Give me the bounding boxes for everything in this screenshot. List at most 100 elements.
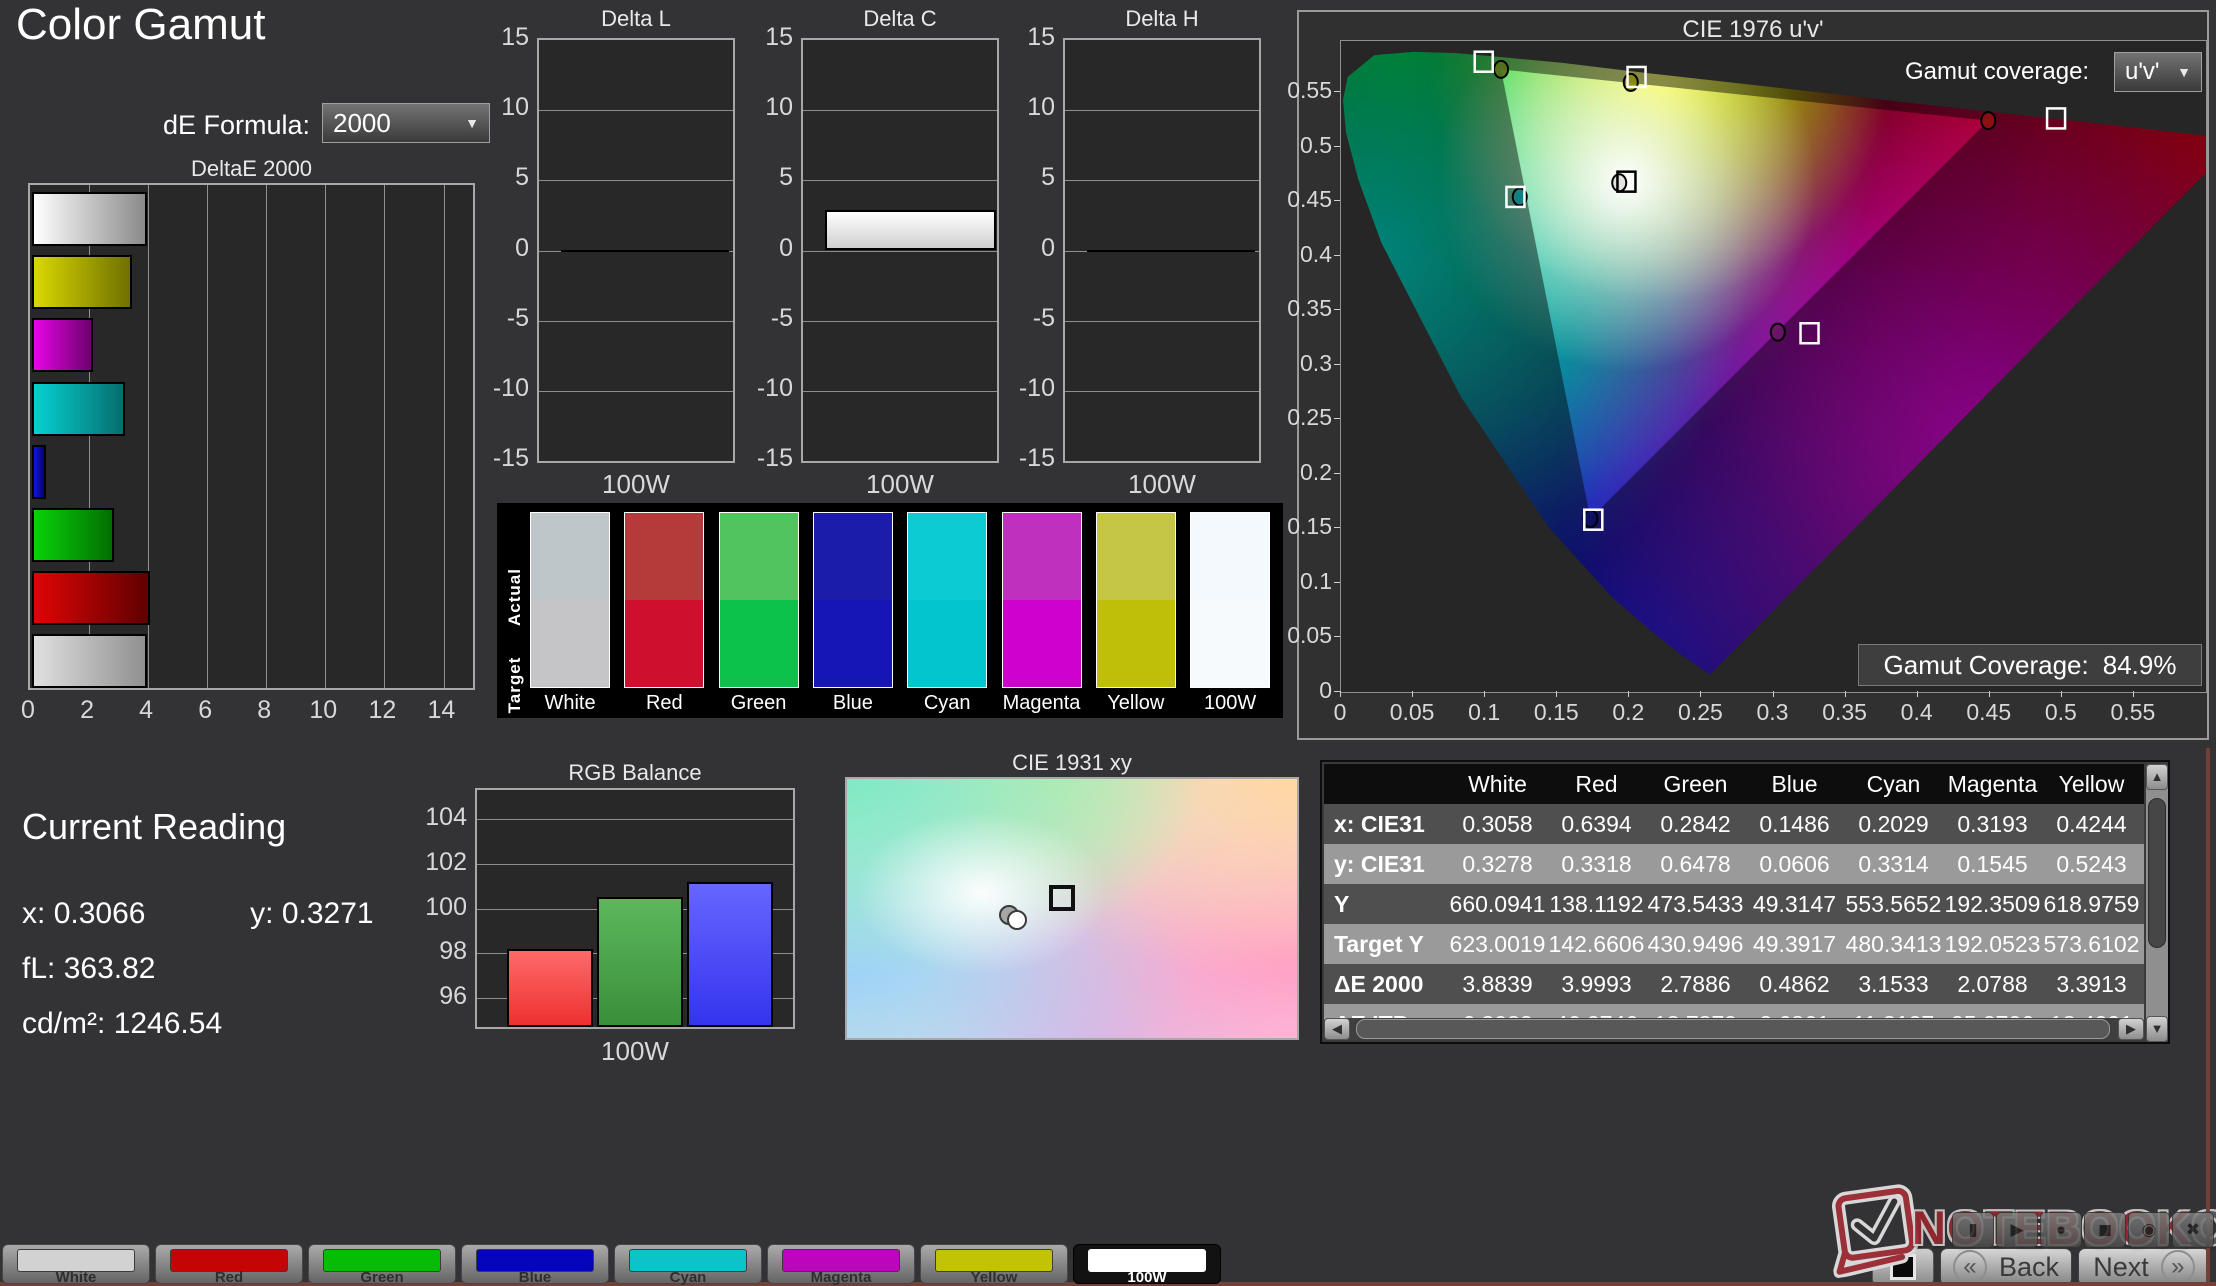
table-row-label: Y (1324, 884, 1448, 924)
tick-mark (2133, 691, 2134, 697)
table-cell: 49.3917 (1745, 924, 1844, 964)
back-button-label: Back (1999, 1252, 2059, 1283)
grid-line (325, 185, 326, 688)
gamut-coverage-mode: u'v' (2125, 58, 2160, 86)
toolbar-button-2[interactable]: ● (2040, 1212, 2082, 1248)
scroll-up-arrow[interactable]: ▲ (2146, 764, 2168, 790)
swatch-target-Blue (813, 600, 893, 688)
y-tick-label: -15 (459, 444, 529, 473)
cie1976-y-tick: 0.25 (1266, 404, 1332, 431)
v-scroll-thumb[interactable] (2148, 798, 2166, 948)
table-cell: 0.1545 (1943, 844, 2042, 884)
patch-button-Magenta[interactable]: Magenta (767, 1244, 915, 1284)
table-cell: 0.6394 (1547, 804, 1646, 844)
patch-label: 100W (1074, 1269, 1220, 1286)
patch-button-Cyan[interactable]: Cyan (614, 1244, 762, 1284)
table-cell: 3.9993 (1547, 964, 1646, 1004)
zero-bar (561, 250, 729, 252)
swatch-label-Blue: Blue (803, 692, 903, 715)
y-tick-label: 5 (723, 163, 793, 192)
h-scrollbar[interactable]: ◀▶ (1324, 1018, 2144, 1040)
gamut-coverage-dropdown[interactable]: u'v' ▼ (2114, 52, 2202, 92)
scroll-down-arrow[interactable]: ▼ (2146, 1016, 2168, 1042)
gamut-coverage-result-label: Gamut Coverage: (1884, 650, 2089, 681)
patch-button-Green[interactable]: Green (308, 1244, 456, 1284)
deltaC-xlabel: 100W (801, 469, 999, 500)
patch-button-Blue[interactable]: Blue (461, 1244, 609, 1284)
grid-line (477, 819, 793, 820)
rgb-balance-title: RGB Balance (475, 760, 795, 786)
back-button[interactable]: « Back (1940, 1248, 2072, 1286)
swatch-target-Cyan (907, 600, 987, 688)
y-tick-label: -10 (459, 374, 529, 403)
cie1976-x-tick: 0.45 (1959, 699, 2019, 726)
table-row-label: ΔE 2000 (1324, 964, 1448, 1004)
tick-mark (1334, 636, 1340, 637)
cie1976-plot-frame (1340, 40, 2207, 693)
grid-line (539, 110, 733, 111)
table-row-label: Target Y (1324, 924, 1448, 964)
v-scrollbar[interactable]: ▲▼ (2146, 764, 2168, 1042)
patch-button-Red[interactable]: Red (155, 1244, 303, 1284)
tick-mark (2061, 691, 2062, 697)
tick-mark (1334, 418, 1340, 419)
patch-label: Green (309, 1269, 455, 1286)
tick-mark (1412, 691, 1413, 697)
table-cell: 2.7886 (1646, 964, 1745, 1004)
table-cell: 0.3058 (1448, 804, 1547, 844)
scroll-left-arrow[interactable]: ◀ (1324, 1018, 1350, 1040)
table-cell: 0.0606 (1745, 844, 1844, 884)
table-cell: 623.0019 (1448, 924, 1547, 964)
toolbar-button-4[interactable]: ◉ (2128, 1212, 2170, 1248)
table-cell: 473.5433 (1646, 884, 1745, 924)
x-tick-label: 12 (362, 696, 402, 725)
patch-button-Yellow[interactable]: Yellow (920, 1244, 1068, 1284)
patch-button-100W[interactable]: 100W (1073, 1244, 1221, 1284)
toolbar-button-1[interactable]: ▶ (1996, 1212, 2038, 1248)
tick-mark (1334, 91, 1340, 92)
table-cell: 430.9496 (1646, 924, 1745, 964)
cie1931-diagram (845, 777, 1299, 1040)
y-tick-label: 5 (459, 163, 529, 192)
toolbar-button-3[interactable]: ◼ (2084, 1212, 2126, 1248)
current-reading-title: Current Reading (22, 793, 286, 861)
toolbar-button-5[interactable]: ✖ (2172, 1212, 2214, 1248)
actual-target-swatch-panel: ActualTargetWhiteRedGreenBlueCyanMagenta… (497, 503, 1283, 718)
y-tick-label: -15 (985, 444, 1055, 473)
grid-line (1065, 180, 1259, 181)
cie1976-y-tick: 0.1 (1266, 568, 1332, 595)
next-button[interactable]: Next » (2078, 1248, 2210, 1286)
grid-line (803, 321, 997, 322)
swatch-actual-Cyan (907, 512, 987, 600)
h-scroll-thumb[interactable] (1356, 1019, 2110, 1039)
grid-line (539, 180, 733, 181)
tick-mark (1334, 255, 1340, 256)
cie1976-y-tick: 0.2 (1266, 459, 1332, 486)
table-cell: 49.3147 (1745, 884, 1844, 924)
table-cell: 0.3278 (1448, 844, 1547, 884)
y-tick-label: -15 (723, 444, 793, 473)
stop-button[interactable] (1872, 1248, 1934, 1286)
y-tick-label: 10 (985, 93, 1055, 122)
patch-button-White[interactable]: White (2, 1244, 150, 1284)
table-row: Y660.0941138.1192473.543349.3147553.5652… (1324, 884, 2144, 924)
cie1976-y-tick: 0.4 (1266, 241, 1332, 268)
y-tick-label: 0 (723, 234, 793, 263)
swatch-label-Red: Red (614, 692, 714, 715)
bar-100W (825, 210, 996, 251)
table-cell: 3.3913 (2042, 964, 2141, 1004)
patch-label: Magenta (768, 1269, 914, 1286)
grid-line (539, 391, 733, 392)
swatch-actual-Blue (813, 512, 893, 600)
toolbar-button-0[interactable]: ▮ (1952, 1212, 1994, 1248)
table-header-cell: Red (1547, 764, 1646, 804)
table-cell: 660.0941 (1448, 884, 1547, 924)
zero-bar (1087, 250, 1255, 252)
scroll-right-arrow[interactable]: ▶ (2118, 1018, 2144, 1040)
grid-line (539, 321, 733, 322)
grid-line (1065, 391, 1259, 392)
swatch-actual-Green (719, 512, 799, 600)
bar-100W (32, 634, 147, 688)
bar-Green (597, 897, 683, 1027)
grid-line (803, 110, 997, 111)
